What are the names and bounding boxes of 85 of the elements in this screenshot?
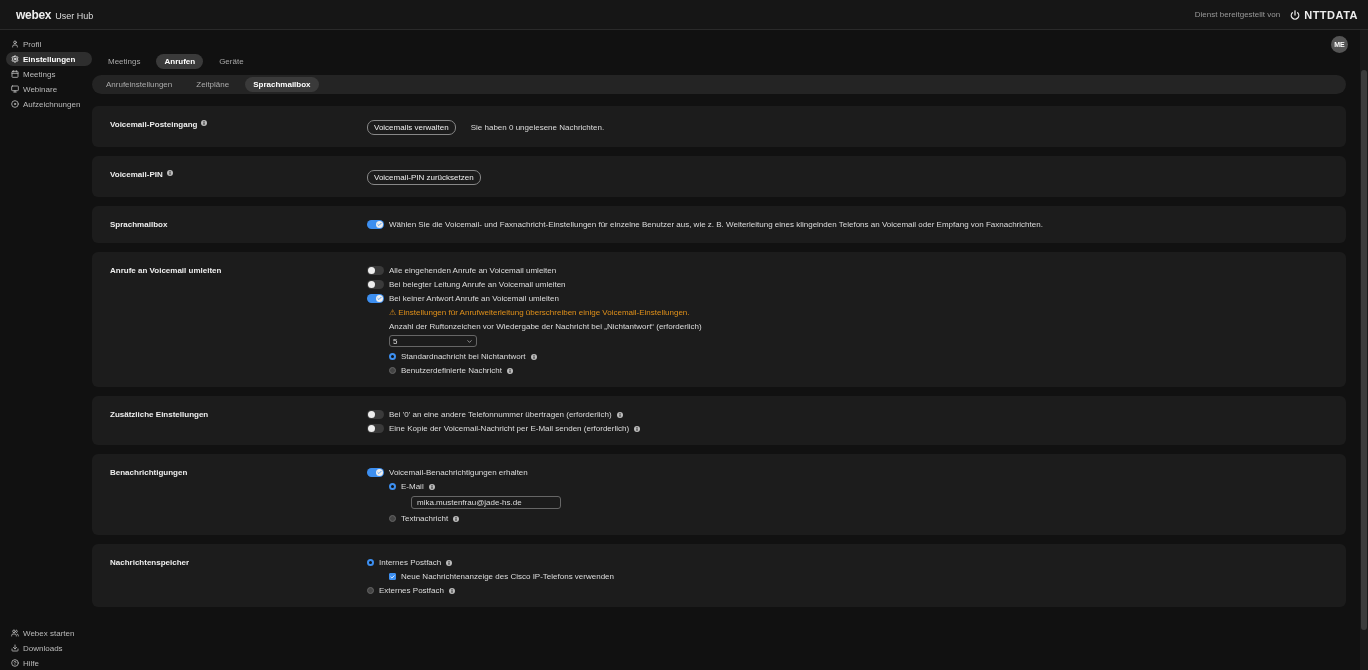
section-title: Zusätzliche Einstellungen bbox=[110, 410, 209, 419]
checkbox-label: Neue Nachrichtenanzeige des Cisco IP-Telefons verwenden bbox=[401, 572, 614, 581]
help-icon bbox=[11, 659, 19, 667]
tab[interactable]: Meetings bbox=[100, 54, 149, 69]
sidebar-item[interactable]: Hilfe bbox=[6, 656, 92, 670]
brand-logo: NTTDATA bbox=[1304, 8, 1358, 21]
chevron-down-icon bbox=[466, 337, 473, 345]
user-icon bbox=[11, 40, 19, 48]
product-name: User Hub bbox=[55, 10, 94, 21]
provider-text: Dienst bereitgestellt von bbox=[1194, 10, 1281, 19]
action-button[interactable]: Voicemail-PIN zurücksetzen bbox=[367, 170, 481, 185]
scrollbar[interactable] bbox=[1360, 30, 1368, 670]
tab[interactable]: Anrufen bbox=[156, 54, 204, 69]
toggle-label: Alle eingehenden Anrufe an Voicemail umleiten bbox=[389, 266, 557, 275]
gear-icon bbox=[11, 55, 19, 63]
toggle-switch[interactable] bbox=[367, 280, 384, 289]
download-icon bbox=[11, 644, 19, 652]
sidebar-item[interactable]: Profil bbox=[6, 37, 92, 51]
sidebar-item[interactable]: Einstellungen bbox=[6, 52, 92, 66]
sidebar-item[interactable]: Meetings bbox=[6, 67, 92, 81]
ring-count-select[interactable]: 5 bbox=[389, 335, 477, 347]
monitor-icon bbox=[11, 85, 19, 93]
toggle-switch[interactable] bbox=[367, 424, 384, 433]
radio-label: Standardnachricht bei Nichtantwort bbox=[401, 352, 526, 361]
radio-label: E-Mail bbox=[401, 482, 424, 491]
radio-button[interactable] bbox=[389, 483, 396, 490]
subtab[interactable]: Sprachmailbox bbox=[245, 77, 319, 92]
subtab[interactable]: Anrufeinstellungen bbox=[98, 77, 181, 92]
calendar-icon bbox=[11, 70, 19, 78]
section-title: Benachrichtigungen bbox=[110, 468, 188, 477]
radio-button[interactable] bbox=[367, 587, 374, 594]
section-title: Voicemail-Posteingang bbox=[110, 120, 198, 129]
toggle-label: Bei belegter Leitung Anrufe an Voicemail umleiten bbox=[389, 280, 566, 289]
logo-text: webex bbox=[16, 7, 52, 22]
radio-button[interactable] bbox=[389, 353, 396, 360]
disc-icon bbox=[11, 100, 19, 108]
info-icon[interactable] bbox=[166, 170, 173, 176]
toggle-label: Wählen Sie die Voicemail- und Faxnachricht-Einstellungen für einzelne Benutzer aus, wie z. B. Weiterleitung eines klingelnden Telefons an Voicemail oder Empfang von Faxnachrichten. bbox=[389, 220, 1043, 229]
tab[interactable]: Geräte bbox=[211, 54, 252, 69]
power-icon bbox=[1290, 9, 1301, 20]
section-title: Voicemail-PIN bbox=[110, 170, 163, 179]
section-title: Nachrichtenspeicher bbox=[110, 558, 190, 567]
action-button[interactable]: Voicemails verwalten bbox=[367, 120, 456, 135]
toggle-switch[interactable] bbox=[367, 266, 384, 275]
section-title: Anrufe an Voicemail umleiten bbox=[110, 266, 222, 275]
toggle-label: Eine Kopie der Voicemail-Nachricht per E-Mail senden (erforderlich) bbox=[389, 424, 630, 433]
sidebar-item[interactable]: Downloads bbox=[6, 641, 92, 655]
info-icon[interactable] bbox=[428, 483, 435, 490]
info-icon[interactable] bbox=[530, 353, 537, 360]
info-icon[interactable] bbox=[201, 120, 208, 126]
sidebar-item[interactable]: Webex starten bbox=[6, 626, 92, 640]
toggle-switch[interactable] bbox=[367, 220, 384, 229]
warning-text: ⚠ Einstellungen für Anrufweiterleitung überschreiben einige Voicemail-Einstellungen. bbox=[389, 308, 691, 317]
section-title: Sprachmailbox bbox=[110, 220, 168, 229]
info-icon[interactable] bbox=[453, 515, 460, 522]
check-icon bbox=[377, 470, 382, 475]
radio-label: Externes Postfach bbox=[379, 586, 444, 595]
radio-label: Internes Postfach bbox=[379, 558, 442, 567]
radio-button[interactable] bbox=[367, 559, 374, 566]
check-icon bbox=[377, 296, 382, 301]
sidebar-item[interactable]: Webinare bbox=[6, 82, 92, 96]
radio-label: Benutzerdefinierte Nachricht bbox=[401, 366, 502, 375]
toggle-label: Bei keiner Antwort Anrufe an Voicemail umleiten bbox=[389, 294, 559, 303]
radio-label: Textnachricht bbox=[401, 514, 449, 523]
toggle-switch[interactable] bbox=[367, 410, 384, 419]
toggle-switch[interactable] bbox=[367, 468, 384, 477]
field-label: Anzahl der Ruftonzeichen vor Wiedergabe der Nachricht bei „Nichtantwort“ (erforderlich) bbox=[389, 322, 703, 331]
info-icon[interactable] bbox=[506, 367, 513, 374]
people-icon bbox=[11, 629, 19, 637]
check-icon bbox=[390, 573, 395, 580]
toggle-label: Bei '0' an eine andere Telefonnummer übertragen (erforderlich) bbox=[389, 410, 612, 419]
email-field[interactable]: mika.mustenfrau@jade-hs.de bbox=[411, 496, 561, 509]
sidebar-item[interactable]: Aufzeichnungen bbox=[6, 97, 92, 111]
info-icon[interactable] bbox=[446, 559, 453, 566]
info-icon[interactable] bbox=[634, 425, 641, 432]
toggle-switch[interactable] bbox=[367, 294, 384, 303]
info-icon[interactable] bbox=[448, 587, 455, 594]
radio-button[interactable] bbox=[389, 367, 396, 374]
status-text: Sie haben 0 ungelesene Nachrichten. bbox=[470, 123, 605, 132]
radio-button[interactable] bbox=[389, 515, 396, 522]
check-icon bbox=[377, 222, 382, 227]
subtab[interactable]: Zeitpläne bbox=[188, 77, 238, 92]
checkbox[interactable] bbox=[389, 573, 396, 580]
info-icon[interactable] bbox=[616, 411, 623, 418]
toggle-label: Voicemail-Benachrichtigungen erhalten bbox=[389, 468, 528, 477]
